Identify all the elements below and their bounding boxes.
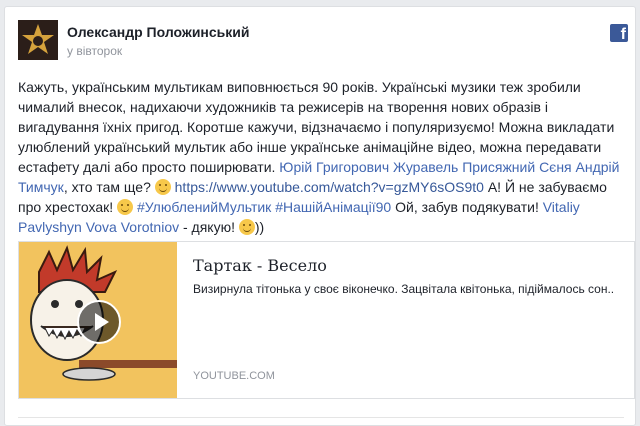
card-divider	[18, 417, 624, 418]
smile-emoji-icon	[238, 219, 255, 235]
shared-link-source: YOUTUBE.COM	[193, 370, 275, 382]
shared-link-description: Визирнула тітонька у своє віконечко. Зац…	[193, 282, 615, 296]
post-body: Кажуть, українським мультикам виповнюєть…	[18, 77, 630, 237]
avatar-star-icon	[18, 20, 58, 60]
author-name[interactable]: Олександр Положинський	[67, 24, 250, 40]
mention-link[interactable]: Vova Vorotniov	[86, 219, 179, 235]
post-text-p5: - дякую!	[179, 219, 239, 235]
facebook-icon[interactable]: f	[610, 24, 628, 43]
post-timestamp[interactable]: у вівторок	[67, 44, 122, 58]
shared-link-preview[interactable]: Тартак - Весело Визирнула тітонька у сво…	[18, 241, 635, 399]
author-avatar[interactable]	[18, 20, 58, 60]
play-icon[interactable]	[77, 300, 121, 344]
smile-emoji-icon	[154, 179, 171, 195]
post-text-p6: ))	[254, 219, 265, 235]
shared-link-title[interactable]: Тартак - Весело	[193, 256, 327, 275]
mention-link[interactable]: Присяжний Сєня	[462, 159, 571, 175]
post-text-p2: , хто там ще?	[63, 179, 155, 195]
post-text-p4: Ой, забув подякувати!	[391, 199, 543, 215]
hashtag-links[interactable]: #УлюбленийМультик #НашійАнімації90	[137, 199, 391, 215]
post-card: Олександр Положинський у вівторок f Кажу…	[4, 6, 636, 426]
smile-emoji-icon	[117, 199, 134, 215]
video-thumbnail[interactable]	[19, 242, 177, 398]
youtube-link[interactable]: https://www.youtube.com/watch?v=gzMY6sOS…	[175, 179, 484, 195]
mention-link[interactable]: Юрій Григорович Журавель	[279, 159, 458, 175]
